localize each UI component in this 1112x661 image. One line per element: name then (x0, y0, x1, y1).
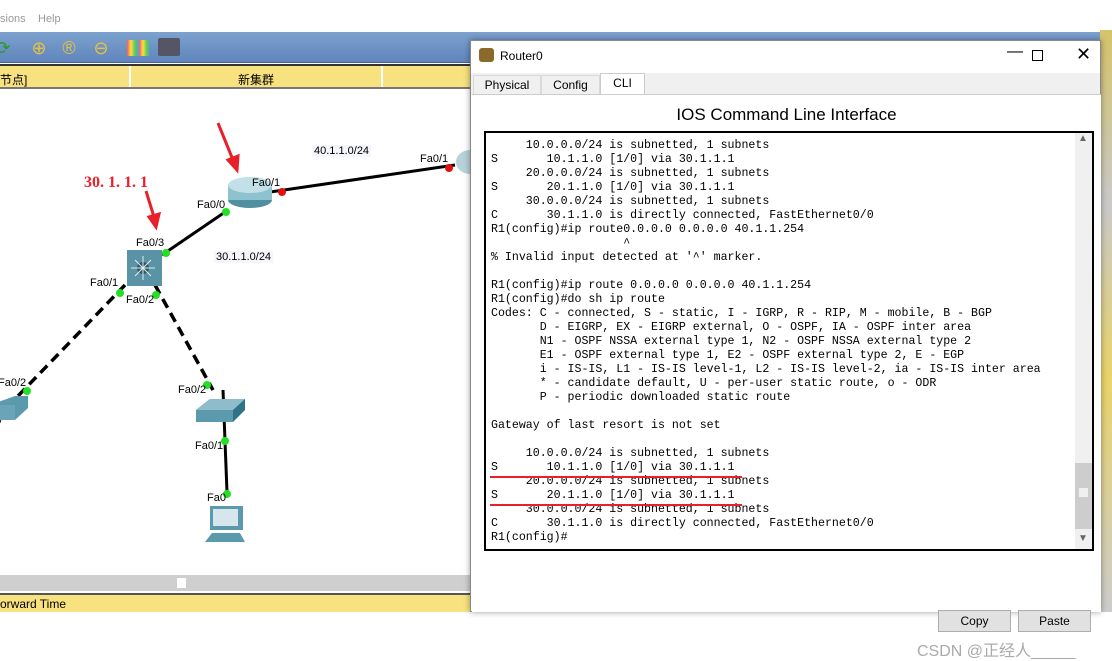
port-label: Fa0/1 (420, 153, 449, 165)
terminal-line: 10.0.0.0/24 is subnetted, 1 subnets (491, 447, 770, 460)
watermark: CSDN @正经人_____ (917, 643, 1076, 660)
terminal-line: R1(config)#ip route0.0.0.0 0.0.0.0 40.1.… (491, 223, 805, 236)
terminal-line: R1(config)#ip route 0.0.0.0 0.0.0.0 40.1… (491, 279, 812, 292)
router1-icon (456, 150, 470, 174)
network-label: 30.1.1.0/24 (214, 251, 274, 263)
link-r0-ml (161, 208, 229, 257)
link-ml-swright (153, 284, 215, 391)
menu-extensions[interactable]: sions (0, 13, 26, 25)
red-arrow-icon (216, 122, 240, 174)
minimize-button[interactable]: — (1007, 43, 1023, 61)
terminal-line: 20.0.0.0/24 is subnetted, 1 subnets (491, 167, 770, 180)
zoom-out-icon[interactable]: ⊖ (90, 37, 112, 59)
vertical-scrollbar[interactable]: ▲ ▼ (1075, 133, 1092, 549)
port-label: Fa0/1 (252, 177, 281, 189)
terminal-line: D - EIGRP, EX - EIGRP external, O - OSPF… (491, 321, 972, 334)
scroll-down-icon[interactable]: ▼ (1078, 533, 1088, 544)
port-label: Fa0/2 (126, 294, 155, 306)
parent-cluster-label[interactable]: 节点] (0, 71, 27, 88)
port-label: Fa0/0 (197, 199, 226, 211)
terminal-line: S 10.1.1.0 [1/0] via 30.1.1.1 (491, 153, 735, 166)
network-label: 40.1.1.0/24 (312, 145, 372, 157)
terminal-line: S 20.1.1.0 [1/0] via 30.1.1.1 (491, 181, 735, 194)
title-bar[interactable]: Router0 — ✕ (471, 41, 1100, 72)
port-label: Fa0 (207, 492, 226, 504)
zoom-reset-icon[interactable]: ® (58, 37, 80, 59)
terminal-output: 10.0.0.0/24 is subnetted, 1 subnets S 10.… (491, 139, 1041, 545)
cluster-title: 新集群 (238, 73, 275, 87)
terminal-line: C 30.1.1.0 is directly connected, FastEt… (491, 209, 874, 222)
scroll-thumb[interactable] (177, 578, 186, 588)
background-window-edge (1100, 30, 1112, 612)
cli-heading: IOS Command Line Interface (676, 105, 897, 124)
pc-icon (205, 506, 245, 542)
port-up-dot (162, 249, 170, 257)
terminal-line: R1(config)# (491, 531, 568, 544)
close-button[interactable]: ✕ (1076, 44, 1091, 65)
device-dialog-icon[interactable] (158, 38, 180, 56)
terminal-line: Codes: C - connected, S - static, I - IG… (491, 307, 992, 320)
scroll-up-icon[interactable]: ▲ (1078, 133, 1088, 144)
terminal-line: S 10.1.1.0 [1/0] via 30.1.1.1 (491, 461, 735, 474)
terminal-line: P - periodic downloaded static route (491, 391, 791, 404)
port-down-dot (278, 188, 286, 196)
terminal-line: R1(config)#do sh ip route (491, 293, 665, 306)
copy-button[interactable]: Copy (938, 610, 1011, 632)
terminal-line: % Invalid input detected at '^' marker. (491, 251, 763, 264)
terminal-line: 30.0.0.0/24 is subnetted, 1 subnets (491, 195, 770, 208)
zoom-in-icon[interactable]: ⊕ (28, 37, 50, 59)
router-app-icon (479, 48, 494, 62)
terminal-line: S 20.1.1.0 [1/0] via 30.1.1.1 (491, 489, 735, 502)
terminal-line: N1 - OSPF NSSA external type 1, N2 - OSP… (491, 335, 972, 348)
tab-physical[interactable]: Physical (473, 75, 541, 96)
undo-arrow-icon[interactable]: ⟳ (0, 37, 14, 59)
palette-icon[interactable] (127, 40, 149, 56)
topology-links (0, 122, 470, 542)
cli-terminal[interactable]: 10.0.0.0/24 is subnetted, 1 subnets S 10.… (484, 131, 1094, 551)
terminal-line: 10.0.0.0/24 is subnetted, 1 subnets (491, 139, 770, 152)
ip-annotation: 30. 1. 1. 1 (84, 174, 148, 191)
menu-bar: sions Help (0, 0, 1112, 32)
port-up-dot (116, 289, 124, 297)
paste-button[interactable]: Paste (1018, 610, 1091, 632)
red-underline (490, 476, 742, 478)
terminal-line: * - candidate default, U - per-user stat… (491, 377, 937, 390)
terminal-line: ^ (491, 237, 631, 250)
red-arrow-icon (144, 190, 162, 231)
port-label: Fa0/3 (136, 237, 165, 249)
port-label: Fa0/2 (0, 377, 27, 389)
tab-bar: Physical Config CLI (471, 73, 1100, 96)
menu-help[interactable]: Help (38, 13, 61, 25)
port-label: Fa0/2 (178, 384, 207, 396)
port-label: Fa0/1 (90, 277, 119, 289)
port-down-dot (445, 164, 453, 172)
terminal-line: Gateway of last resort is not set (491, 419, 721, 432)
status-label: orward Time (0, 597, 67, 611)
tab-cli[interactable]: CLI (600, 73, 645, 96)
terminal-line: C 30.1.1.0 is directly connected, FastEt… (491, 517, 874, 530)
switch-right-icon (196, 399, 245, 422)
switch-left-icon (0, 396, 28, 420)
tab-config[interactable]: Config (541, 75, 600, 96)
router-dialog: Router0 — ✕ Physical Config CLI IOS Comm… (470, 40, 1101, 660)
cli-panel: IOS Command Line Interface 10.0.0.0/24 i… (472, 94, 1101, 660)
terminal-line: i - IS-IS, L1 - IS-IS level-1, L2 - IS-I… (491, 363, 1041, 376)
maximize-button[interactable] (1032, 50, 1043, 61)
terminal-line: E1 - OSPF external type 1, E2 - OSPF ext… (491, 349, 965, 362)
red-underline (490, 504, 742, 506)
multilayer-switch-icon (127, 250, 162, 286)
dialog-title: Router0 (500, 49, 543, 63)
port-label: Fa0/1 (195, 440, 224, 452)
